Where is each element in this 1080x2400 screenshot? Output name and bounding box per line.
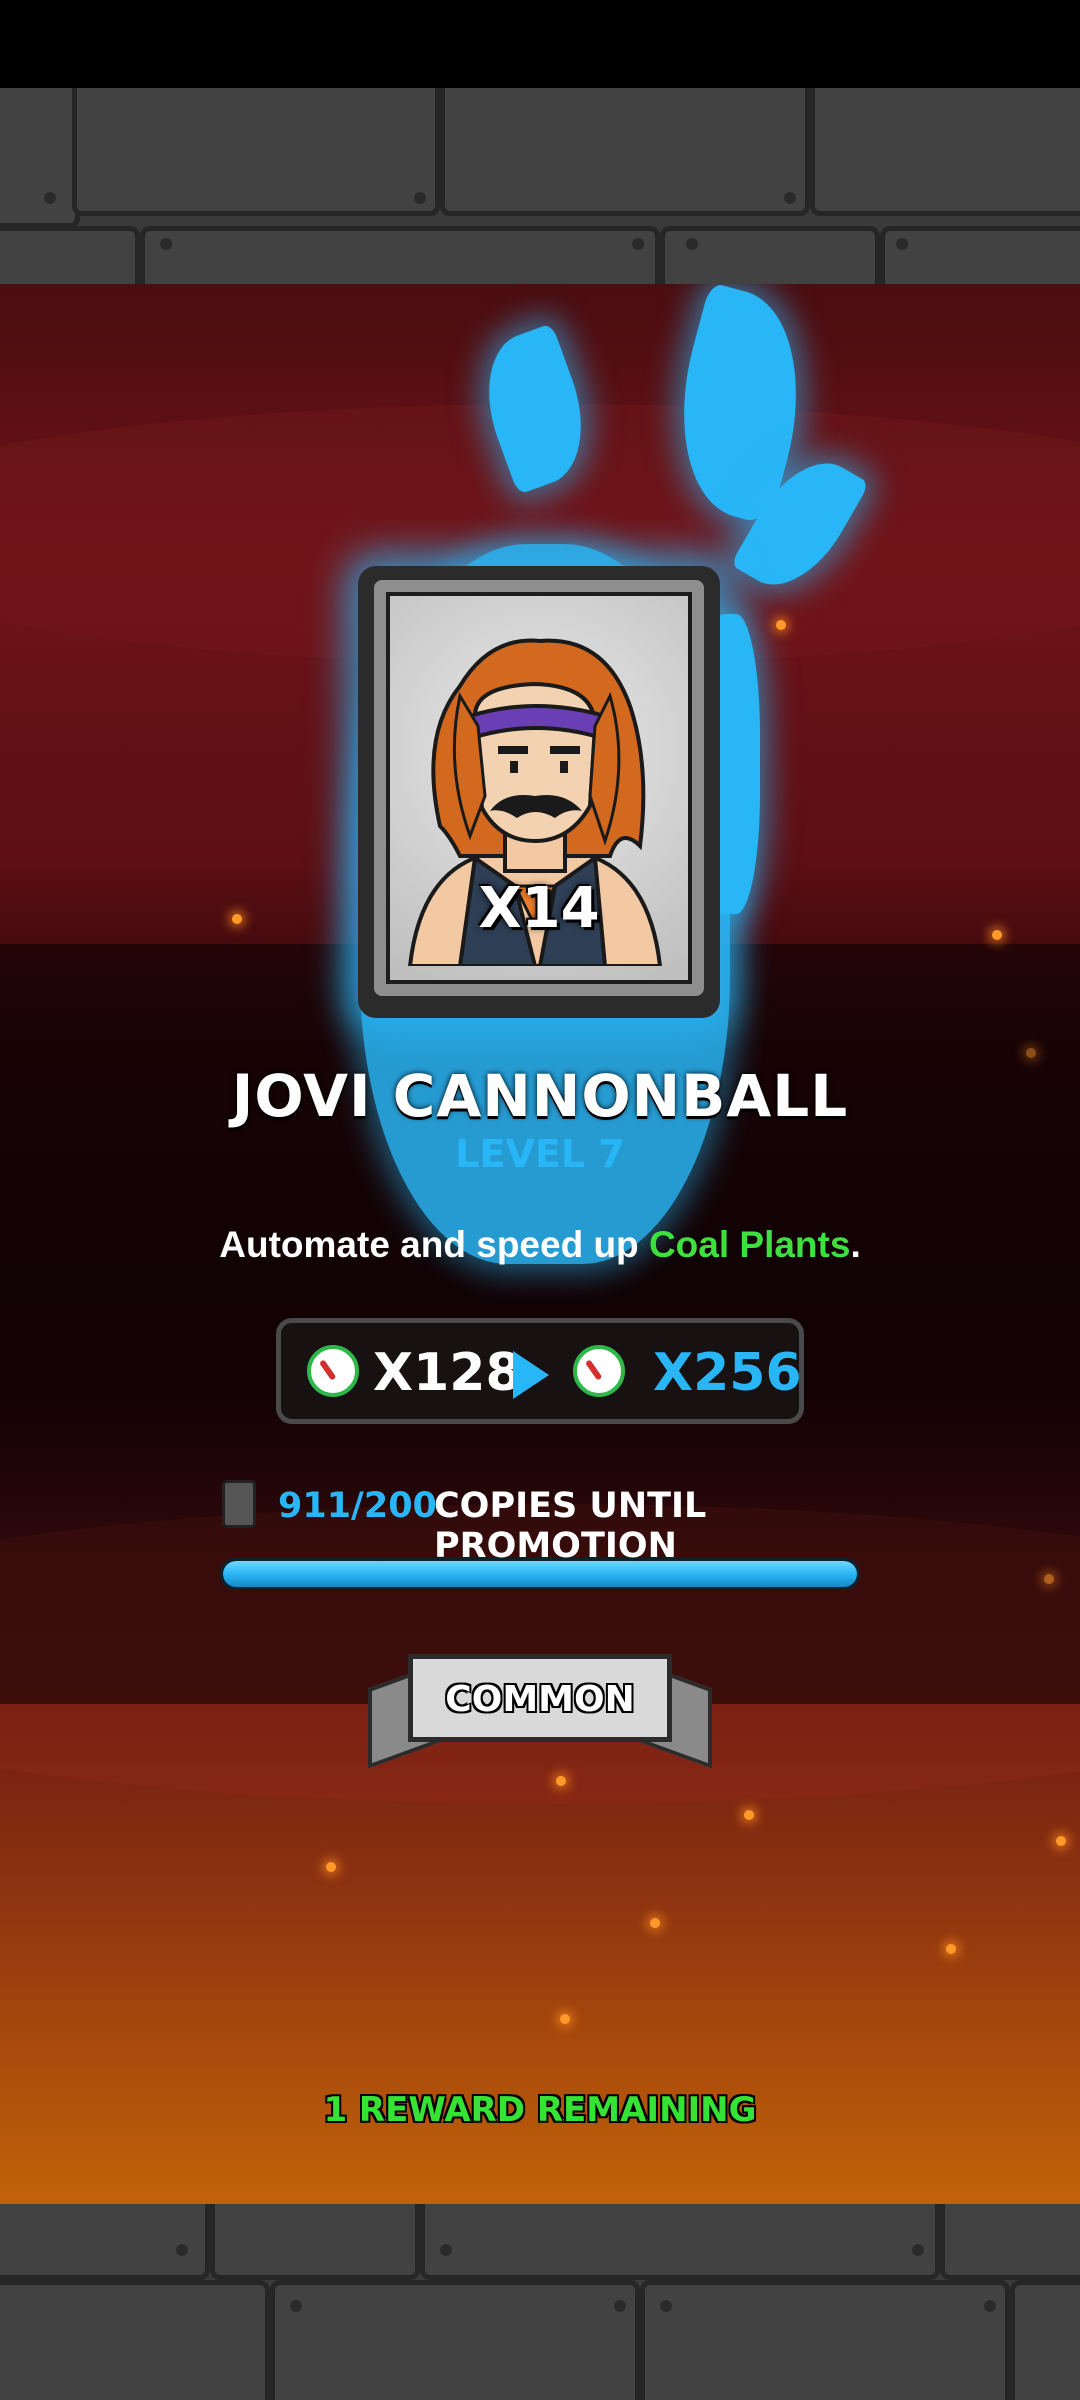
ember <box>560 2014 570 2024</box>
ember <box>326 1862 336 1872</box>
ember <box>744 1810 754 1820</box>
description-suffix: . <box>850 1224 861 1265</box>
rarity-label: COMMON <box>445 1679 635 1720</box>
speed-boost-panel: X128 X256 <box>276 1318 804 1424</box>
card-stack-icon <box>222 1480 256 1528</box>
copies-label: COPIES UNTIL PROMOTION <box>434 1486 707 1566</box>
description-highlight: Coal Plants <box>648 1224 851 1265</box>
speed-gauge-icon <box>307 1345 359 1397</box>
rarity-ribbon: COMMON <box>368 1654 712 1769</box>
speed-gauge-icon <box>573 1345 625 1397</box>
ember <box>1026 1048 1036 1058</box>
ember <box>776 620 786 630</box>
character-card[interactable]: X14 <box>358 566 720 1018</box>
card-count: X14 <box>478 876 600 941</box>
next-boost: X256 <box>653 1343 802 1403</box>
ember <box>232 914 242 924</box>
status-bar <box>0 0 1080 88</box>
progress-fill <box>223 1561 857 1587</box>
ember <box>556 1776 566 1786</box>
current-boost: X128 <box>373 1343 522 1403</box>
character-description: Automate and speed up Coal Plants. <box>0 1224 1080 1266</box>
copies-count: 911/200 <box>278 1486 437 1526</box>
stone-wall-top <box>0 88 1080 284</box>
promotion-progress-label: 911/200 COPIES UNTIL PROMOTION <box>222 1480 922 1566</box>
character-level: LEVEL 7 <box>455 1132 625 1176</box>
rewards-remaining: 1 REWARD REMAINING <box>323 2090 757 2130</box>
ribbon-banner: COMMON <box>408 1654 672 1742</box>
card-border: X14 <box>374 580 704 996</box>
character-name: JOVI CANNONBALL <box>231 1062 849 1130</box>
play-arrow-icon <box>513 1351 549 1399</box>
ember <box>650 1918 660 1928</box>
ember <box>1044 1574 1054 1584</box>
stone-wall-bottom <box>0 2204 1080 2400</box>
ember <box>992 930 1002 940</box>
description-text: Automate and speed up <box>219 1224 649 1265</box>
ember <box>946 1944 956 1954</box>
ember <box>1056 1836 1066 1846</box>
promotion-progress-bar <box>220 1558 860 1590</box>
